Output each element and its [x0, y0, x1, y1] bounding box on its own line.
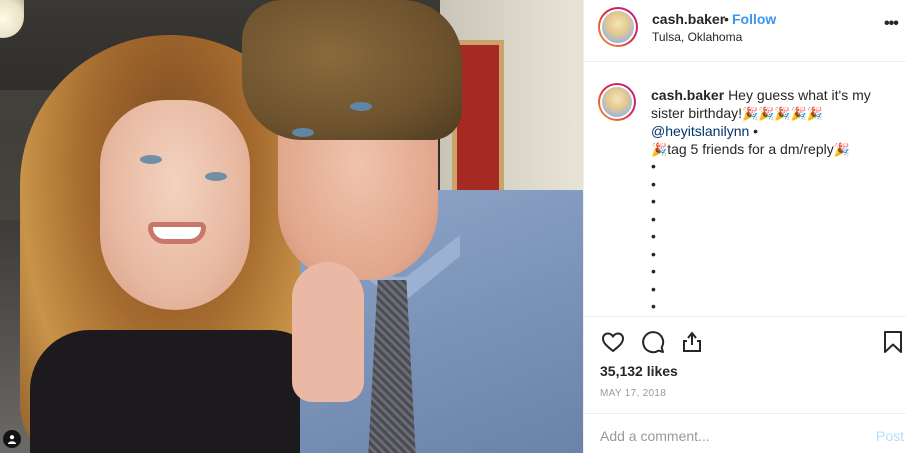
caption-bullet: •	[651, 298, 656, 314]
caption-bullet: •	[651, 210, 656, 227]
post-side-panel: cash.baker • Follow Tulsa, Oklahoma ••• …	[583, 0, 906, 453]
caption-text: cash.baker Hey guess what it's my sister…	[651, 86, 891, 158]
photo-eye	[205, 172, 227, 181]
party-emoji: 🎉	[742, 106, 759, 121]
author-username[interactable]: cash.baker	[652, 11, 725, 27]
caption-author-avatar[interactable]	[598, 83, 636, 121]
caption-bullet: •	[651, 175, 656, 192]
photo-lamp	[0, 0, 24, 38]
caption-line-3: tag 5 friends for a dm/reply	[667, 141, 834, 157]
caption-bullet: •	[651, 193, 656, 209]
author-avatar[interactable]	[598, 7, 638, 47]
bookmark-icon[interactable]	[880, 329, 906, 355]
caption-mention-link[interactable]: @heyitslanilynn	[651, 123, 749, 139]
header-separator: •	[724, 11, 729, 27]
photo-eye	[140, 155, 162, 164]
party-emoji: 🎉	[790, 106, 807, 121]
post-location[interactable]: Tulsa, Oklahoma	[652, 30, 742, 44]
party-emoji: 🎉	[774, 106, 791, 121]
party-emoji: 🎉	[758, 106, 775, 121]
post-caption: cash.baker Hey guess what it's my sister…	[584, 62, 906, 316]
post-comment-button[interactable]: Post	[876, 428, 904, 444]
post-actions: 35,132 likes MAY 17, 2018 Post	[584, 316, 906, 453]
photo-eye	[350, 102, 372, 111]
tagged-users-icon[interactable]	[3, 430, 21, 448]
party-emoji: 🎉	[833, 142, 850, 157]
heart-icon[interactable]	[600, 329, 626, 355]
caption-bullet: •	[651, 263, 656, 279]
post-photo[interactable]	[0, 0, 583, 453]
photo-person-left-face	[100, 100, 250, 310]
caption-bullets: • • • • • • • • •	[651, 158, 656, 316]
photo-person-left-top	[30, 330, 330, 453]
share-icon[interactable]	[679, 329, 705, 355]
post-date[interactable]: MAY 17, 2018	[600, 388, 666, 399]
comment-input[interactable]	[600, 428, 850, 444]
comment-bar: Post	[584, 413, 906, 453]
caption-username[interactable]: cash.baker	[651, 87, 724, 103]
caption-bullet: •	[651, 228, 656, 244]
likes-count[interactable]: 35,132 likes	[600, 363, 678, 379]
caption-bullet: •	[651, 245, 656, 262]
caption-bullet: •	[651, 158, 656, 174]
photo-person-right-hair	[242, 0, 462, 140]
caption-bullet: •	[651, 280, 656, 297]
comment-icon[interactable]	[640, 329, 666, 355]
more-options-icon[interactable]: •••	[884, 15, 899, 33]
caption-mention-suffix: •	[749, 123, 759, 139]
photo-hand	[292, 262, 364, 402]
post-header: cash.baker • Follow Tulsa, Oklahoma •••	[584, 0, 906, 62]
party-emoji: 🎉	[651, 142, 668, 157]
follow-button[interactable]: Follow	[732, 11, 776, 27]
photo-eye	[292, 128, 314, 137]
party-emoji: 🎉	[806, 106, 823, 121]
photo-smile	[148, 222, 206, 244]
